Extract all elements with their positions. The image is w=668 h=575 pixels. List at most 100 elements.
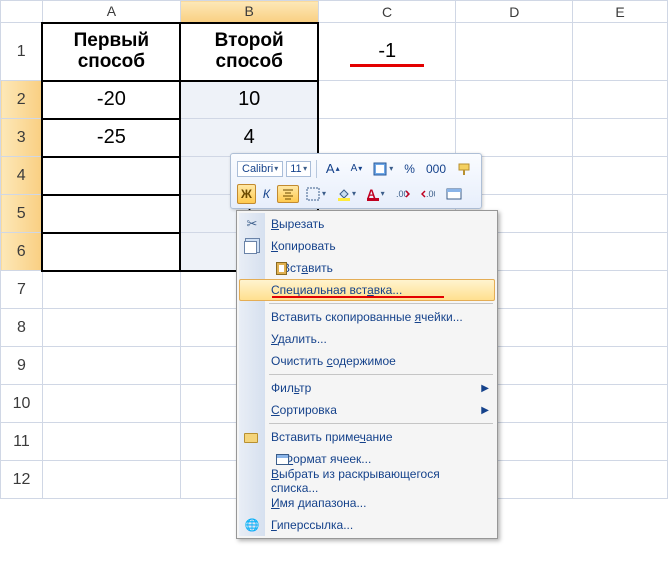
cell-A12[interactable]: [42, 461, 180, 499]
menu-item-label: Фильтр: [271, 381, 311, 395]
row-header-1[interactable]: 1: [1, 23, 43, 81]
row-header-5[interactable]: 5: [1, 195, 43, 233]
borders-button[interactable]: ▾: [302, 184, 330, 204]
cell-E4[interactable]: [573, 157, 668, 195]
menu-item-insert-copied[interactable]: Вставить скопированные ячейки...: [239, 306, 495, 328]
cell-A2[interactable]: -20: [42, 81, 180, 119]
menu-item-label: Удалить...: [271, 332, 327, 346]
brush-icon: [457, 162, 471, 176]
cell-A11[interactable]: [42, 423, 180, 461]
cell-C1[interactable]: -1: [318, 23, 456, 81]
format-painter-button[interactable]: [453, 159, 475, 179]
menu-item-paste-special[interactable]: Специальная вставка...: [239, 279, 495, 301]
menu-item-delete[interactable]: Удалить...: [239, 328, 495, 350]
cell-A6[interactable]: [42, 233, 180, 271]
shrink-font-button[interactable]: A▾: [347, 160, 367, 177]
cell-E5[interactable]: [573, 195, 668, 233]
cell-A7[interactable]: [42, 271, 180, 309]
cell-E6[interactable]: [573, 233, 668, 271]
cell-E7[interactable]: [573, 271, 668, 309]
row-header-11[interactable]: 11: [1, 423, 43, 461]
accounting-format-button[interactable]: ▾: [369, 159, 397, 179]
context-menu-separator: [269, 303, 493, 304]
cell-B3[interactable]: 4: [180, 119, 318, 157]
center-align-icon: [281, 188, 295, 200]
cell-A10[interactable]: [42, 385, 180, 423]
separator: [316, 160, 317, 178]
cell-E1[interactable]: [573, 23, 668, 81]
italic-button[interactable]: К: [259, 184, 274, 204]
cell-A9[interactable]: [42, 347, 180, 385]
row-header-7[interactable]: 7: [1, 271, 43, 309]
col-header-E[interactable]: E: [573, 1, 668, 23]
fill-color-button[interactable]: ▾: [333, 183, 360, 204]
paste-icon: [276, 262, 287, 275]
cell-E2[interactable]: [573, 81, 668, 119]
cell-E8[interactable]: [573, 309, 668, 347]
row-header-9[interactable]: 9: [1, 347, 43, 385]
menu-item-sort[interactable]: Сортировка▶: [239, 399, 495, 421]
menu-item-pick-from-list[interactable]: Выбрать из раскрывающегося списка...: [239, 470, 495, 492]
menu-item-label: Копировать: [271, 239, 336, 253]
menu-item-label: Специальная вставка...: [271, 283, 402, 297]
font-size-value: 11: [290, 163, 301, 175]
cell-E10[interactable]: [573, 385, 668, 423]
increase-decimal-button[interactable]: .00: [417, 185, 439, 203]
cell-B1[interactable]: Второй способ: [180, 23, 318, 81]
context-menu-separator: [269, 423, 493, 424]
cell-A1[interactable]: Первый способ: [42, 23, 180, 81]
cell-C2[interactable]: [318, 81, 456, 119]
menu-item-copy[interactable]: Копировать: [239, 235, 495, 257]
row-header-8[interactable]: 8: [1, 309, 43, 347]
row-header-10[interactable]: 10: [1, 385, 43, 423]
cell-A4[interactable]: [42, 157, 180, 195]
col-header-D[interactable]: D: [456, 1, 573, 23]
bold-button[interactable]: Ж: [237, 184, 256, 204]
cut-icon: [244, 216, 260, 232]
menu-item-hyperlink[interactable]: Гиперссылка...: [239, 514, 495, 536]
folder-icon: [244, 433, 258, 443]
grow-font-button[interactable]: A▴: [322, 158, 344, 179]
menu-item-label: Очистить содержимое: [271, 354, 396, 368]
center-align-button[interactable]: [277, 185, 299, 203]
cell-D3[interactable]: [456, 119, 573, 157]
row-header-3[interactable]: 3: [1, 119, 43, 157]
menu-item-label: Имя диапазона...: [271, 496, 366, 510]
cell-E9[interactable]: [573, 347, 668, 385]
menu-item-label: Формат ячеек...: [284, 452, 371, 466]
row-header-12[interactable]: 12: [1, 461, 43, 499]
cell-E3[interactable]: [573, 119, 668, 157]
menu-item-insert-comment[interactable]: Вставить примечание: [239, 426, 495, 448]
merge-button[interactable]: [442, 185, 466, 203]
select-all-corner[interactable]: [1, 1, 43, 23]
submenu-arrow-icon: ▶: [481, 383, 489, 394]
cell-A8[interactable]: [42, 309, 180, 347]
dec-decimal-icon: .00: [396, 188, 410, 200]
cell-C3[interactable]: [318, 119, 456, 157]
cell-A5[interactable]: [42, 195, 180, 233]
menu-item-filter[interactable]: Фильтр ▶: [239, 377, 495, 399]
font-name-combo[interactable]: Calibri▾: [237, 161, 283, 177]
font-size-combo[interactable]: 11▾: [286, 161, 311, 177]
col-header-C[interactable]: C: [318, 1, 456, 23]
menu-item-cut[interactable]: Вырезать: [239, 213, 495, 235]
row-header-4[interactable]: 4: [1, 157, 43, 195]
menu-item-paste[interactable]: Вставить: [239, 257, 495, 279]
cell-E11[interactable]: [573, 423, 668, 461]
cell-D1[interactable]: [456, 23, 573, 81]
font-color-button[interactable]: A▾: [363, 183, 389, 204]
menu-item-name-range[interactable]: Имя диапазона...: [239, 492, 495, 514]
decrease-decimal-button[interactable]: .00: [392, 185, 414, 203]
context-menu-separator: [269, 374, 493, 375]
row-header-2[interactable]: 2: [1, 81, 43, 119]
row-header-6[interactable]: 6: [1, 233, 43, 271]
comma-format-button[interactable]: 000: [422, 159, 450, 179]
cell-B2[interactable]: 10: [180, 81, 318, 119]
cell-A3[interactable]: -25: [42, 119, 180, 157]
col-header-B[interactable]: B: [180, 1, 318, 23]
percent-format-button[interactable]: %: [400, 159, 419, 179]
cell-D2[interactable]: [456, 81, 573, 119]
cell-E12[interactable]: [573, 461, 668, 499]
menu-item-clear[interactable]: Очистить содержимое: [239, 350, 495, 372]
col-header-A[interactable]: A: [42, 1, 180, 23]
